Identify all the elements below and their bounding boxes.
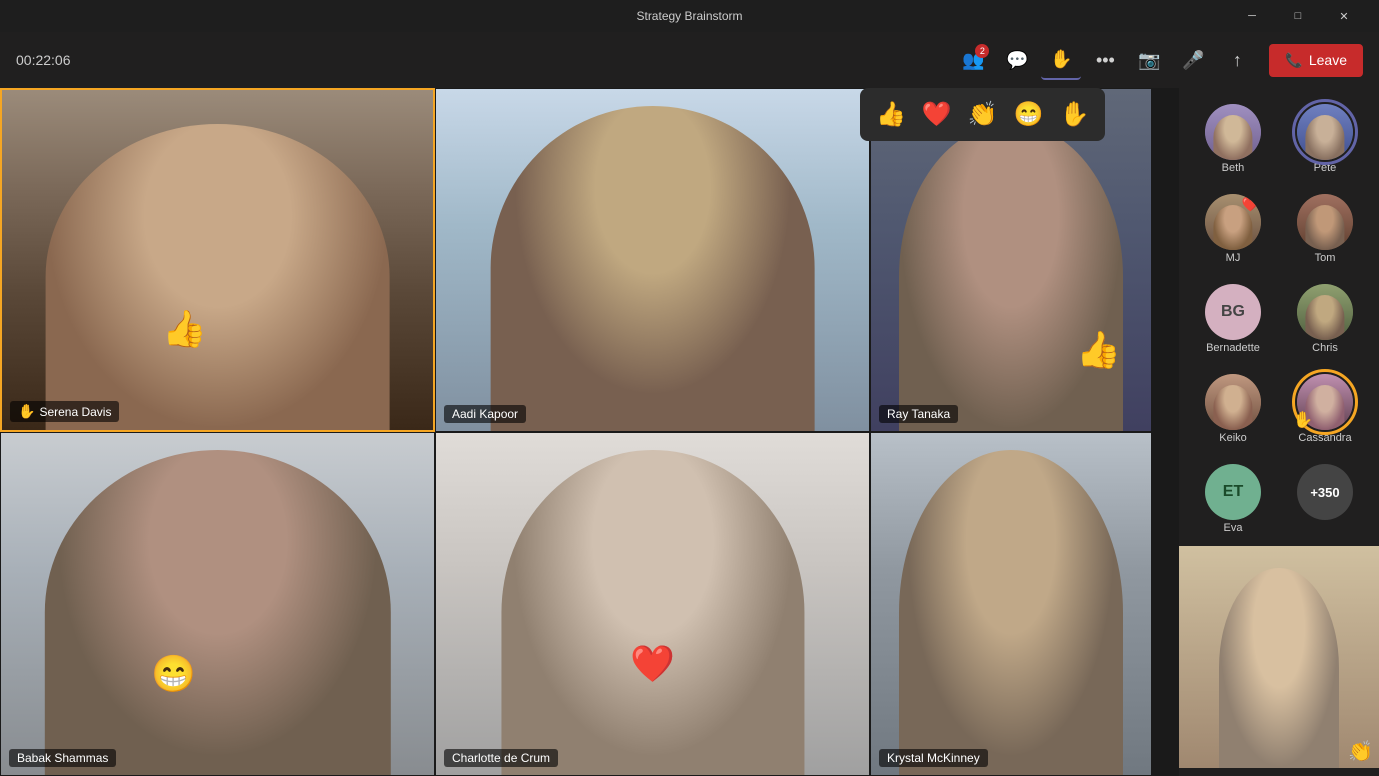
video-cell-babak[interactable]: 😁 Babak Shammas (0, 432, 435, 776)
beth-name: Beth (1222, 162, 1245, 174)
cassandra-hand-icon: ✋ (1293, 410, 1313, 430)
hand-raise-indicator: ✋ (18, 403, 35, 420)
bernadette-avatar: BG (1205, 284, 1261, 340)
bottom-participant-hand: 👏 (1348, 739, 1373, 764)
leave-button[interactable]: 📞 Leave (1269, 44, 1363, 77)
window-title: Strategy Brainstorm (636, 9, 742, 23)
ray-nametag: Ray Tanaka (879, 405, 958, 423)
call-timer: 00:22:06 (16, 52, 71, 68)
participant-mj[interactable]: ❤️ MJ (1205, 190, 1261, 268)
toolbar: 00:22:06 👥 2 💬 ✋ ••• 📷 🎤 ↑ 📞 Leave (0, 32, 1379, 88)
maximize-button[interactable]: □ (1275, 0, 1321, 32)
mj-avatar: ❤️ (1205, 194, 1261, 250)
reaction-icon: ✋ (1050, 49, 1072, 70)
participants-row-5: ET Eva +350 (1179, 456, 1379, 542)
video-cell-krystal[interactable]: Krystal McKinney (870, 432, 1152, 776)
charlotte-video: ❤️ Charlotte de Crum (436, 433, 869, 775)
participant-bernadette[interactable]: BG Bernadette (1205, 280, 1261, 358)
participants-row-4: Keiko ✋ Cassandra (1179, 366, 1379, 452)
share-button[interactable]: ↑ (1217, 40, 1257, 80)
eva-avatar: ET (1205, 464, 1261, 520)
participant-tom[interactable]: Tom (1297, 190, 1353, 268)
serena-name: Serena Davis (39, 405, 111, 419)
leave-label: Leave (1309, 52, 1347, 68)
more-participants-badge: +350 (1297, 464, 1353, 520)
camera-icon: 📷 (1138, 50, 1160, 71)
share-icon: ↑ (1233, 50, 1242, 71)
mic-icon: 🎤 (1182, 50, 1204, 71)
thumbsup-reaction[interactable]: 👍 (872, 96, 910, 133)
more-icon: ••• (1096, 50, 1115, 71)
charlotte-nametag: Charlotte de Crum (444, 749, 558, 767)
ray-name: Ray Tanaka (887, 407, 950, 421)
video-cell-charlotte[interactable]: ❤️ Charlotte de Crum (435, 432, 870, 776)
participant-cassandra[interactable]: ✋ Cassandra (1297, 370, 1353, 448)
participants-button[interactable]: 👥 2 (953, 40, 993, 80)
participants-row-2: ❤️ MJ Tom (1179, 186, 1379, 272)
video-cell-aadi[interactable]: Aadi Kapoor (435, 88, 870, 432)
pete-name: Pete (1314, 162, 1337, 174)
beth-avatar (1205, 104, 1261, 160)
video-cell-serena[interactable]: 👍 ✋ Serena Davis (0, 88, 435, 432)
participant-chris[interactable]: Chris (1297, 280, 1353, 358)
minimize-button[interactable]: ─ (1229, 0, 1275, 32)
window-controls: ─ □ ✕ (1229, 0, 1367, 32)
aadi-nametag: Aadi Kapoor (444, 405, 526, 423)
camera-button[interactable]: 📷 (1129, 40, 1169, 80)
cassandra-name: Cassandra (1298, 432, 1351, 444)
more-options-button[interactable]: ••• (1085, 40, 1125, 80)
participants-row-1: Beth Pete (1179, 96, 1379, 182)
keiko-name: Keiko (1219, 432, 1247, 444)
krystal-nametag: Krystal McKinney (879, 749, 988, 767)
participant-eva[interactable]: ET Eva (1205, 460, 1261, 538)
pete-avatar (1297, 104, 1353, 160)
tom-avatar (1297, 194, 1353, 250)
main-content: 👍 ✋ Serena Davis Aadi Kapoor (0, 88, 1379, 776)
participants-row-3: BG Bernadette Chris (1179, 276, 1379, 362)
participant-beth[interactable]: Beth (1205, 100, 1261, 178)
microphone-button[interactable]: 🎤 (1173, 40, 1213, 80)
participants-panel: Beth Pete ❤️ MJ (1179, 88, 1379, 776)
krystal-video: Krystal McKinney (871, 433, 1151, 775)
tom-name: Tom (1315, 252, 1336, 264)
clap-reaction[interactable]: 👏 (964, 96, 1002, 133)
chris-avatar (1297, 284, 1353, 340)
eva-name: Eva (1224, 522, 1243, 534)
bernadette-name: Bernadette (1206, 342, 1260, 354)
mj-name: MJ (1226, 252, 1241, 264)
babak-video: 😁 Babak Shammas (1, 433, 434, 775)
serena-video: 👍 ✋ Serena Davis (2, 90, 433, 430)
titlebar: Strategy Brainstorm ─ □ ✕ (0, 0, 1379, 32)
participant-keiko[interactable]: Keiko (1205, 370, 1261, 448)
aadi-name: Aadi Kapoor (452, 407, 518, 421)
krystal-name: Krystal McKinney (887, 751, 980, 765)
video-grid: 👍 ✋ Serena Davis Aadi Kapoor (0, 88, 1179, 776)
reactions-button[interactable]: ✋ (1041, 40, 1081, 80)
aadi-video: Aadi Kapoor (436, 89, 869, 431)
heart-reaction[interactable]: ❤️ (918, 96, 956, 133)
babak-nametag: Babak Shammas (9, 749, 116, 767)
keiko-avatar (1205, 374, 1261, 430)
babak-name: Babak Shammas (17, 751, 108, 765)
serena-nametag: ✋ Serena Davis (10, 401, 119, 422)
participant-more[interactable]: +350 (1297, 460, 1353, 538)
chat-icon: 💬 (1006, 50, 1028, 71)
phone-icon: 📞 (1285, 52, 1302, 69)
toolbar-actions: 👥 2 💬 ✋ ••• 📷 🎤 ↑ 📞 Leave (953, 40, 1363, 80)
bottom-participant-video[interactable]: 👏 (1179, 546, 1379, 768)
charlotte-name: Charlotte de Crum (452, 751, 550, 765)
laugh-reaction[interactable]: 😁 (1010, 96, 1048, 133)
raise-hand-reaction[interactable]: ✋ (1056, 96, 1094, 133)
close-button[interactable]: ✕ (1321, 0, 1367, 32)
chris-name: Chris (1312, 342, 1338, 354)
reaction-bar: 👍 ❤️ 👏 😁 ✋ (860, 88, 1105, 141)
participant-pete[interactable]: Pete (1297, 100, 1353, 178)
participants-badge: 2 (975, 44, 989, 58)
chat-button[interactable]: 💬 (997, 40, 1037, 80)
